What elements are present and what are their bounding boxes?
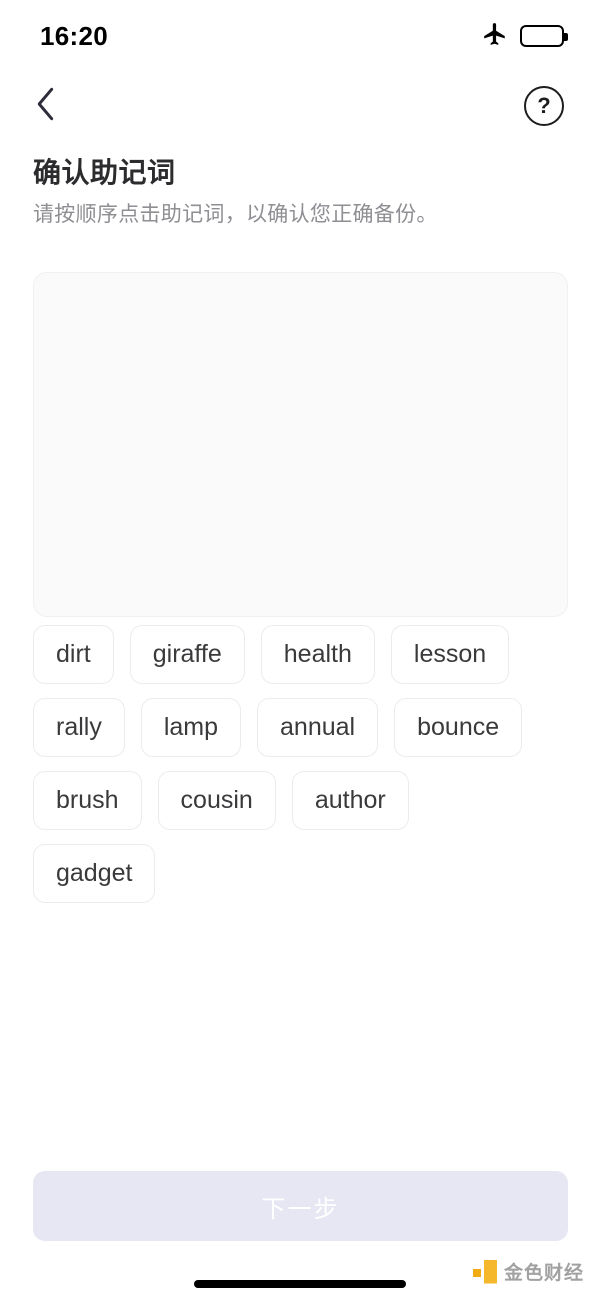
word-chip[interactable]: author [291,771,409,830]
help-question-circle-icon: ? [537,93,551,118]
word-chip[interactable]: bounce [394,698,523,757]
word-chip[interactable]: cousin [157,771,276,830]
next-button[interactable]: 下一步 [33,1171,568,1241]
word-chip[interactable]: annual [257,698,379,757]
word-bank: dirt giraffe health lesson rally lamp an… [33,625,573,917]
status-bar: 16:20 [0,0,600,72]
navigation-bar: ? [0,78,600,134]
word-row: dirt giraffe health lesson [33,625,573,684]
airplane-mode-icon [482,21,508,52]
word-row: brush cousin author [33,771,573,830]
status-indicators [482,21,568,52]
app-screen: 16:20 ? 确认助记词 请按顺序点击助记词，以确认您正确备份。 dirt g… [0,0,600,1299]
header-block: 确认助记词 请按顺序点击助记词，以确认您正确备份。 [33,155,563,229]
status-time: 16:20 [40,20,108,51]
word-row: gadget [33,844,573,903]
word-row: rally lamp annual bounce [33,698,573,757]
jinse-logo-icon [472,1259,497,1284]
word-chip[interactable]: rally [33,698,125,757]
word-chip[interactable]: dirt [33,625,114,684]
word-chip[interactable]: health [260,625,375,684]
word-chip[interactable]: lesson [390,625,510,684]
word-chip[interactable]: gadget [33,844,156,903]
help-button[interactable]: ? [524,86,564,126]
selected-words-list [34,273,567,309]
back-button[interactable] [22,82,70,130]
home-indicator [194,1280,406,1288]
page-subtitle: 请按顺序点击助记词，以确认您正确备份。 [33,203,438,226]
page-title: 确认助记词 [33,157,176,188]
watermark: 金色财经 [472,1258,584,1285]
chevron-left-icon [33,87,59,126]
watermark-text: 金色财经 [503,1263,584,1284]
word-chip[interactable]: lamp [140,698,242,757]
selected-words-dropzone[interactable] [33,272,568,617]
word-chip[interactable]: brush [33,771,142,830]
battery-icon [520,25,568,47]
word-chip[interactable]: giraffe [129,625,245,684]
